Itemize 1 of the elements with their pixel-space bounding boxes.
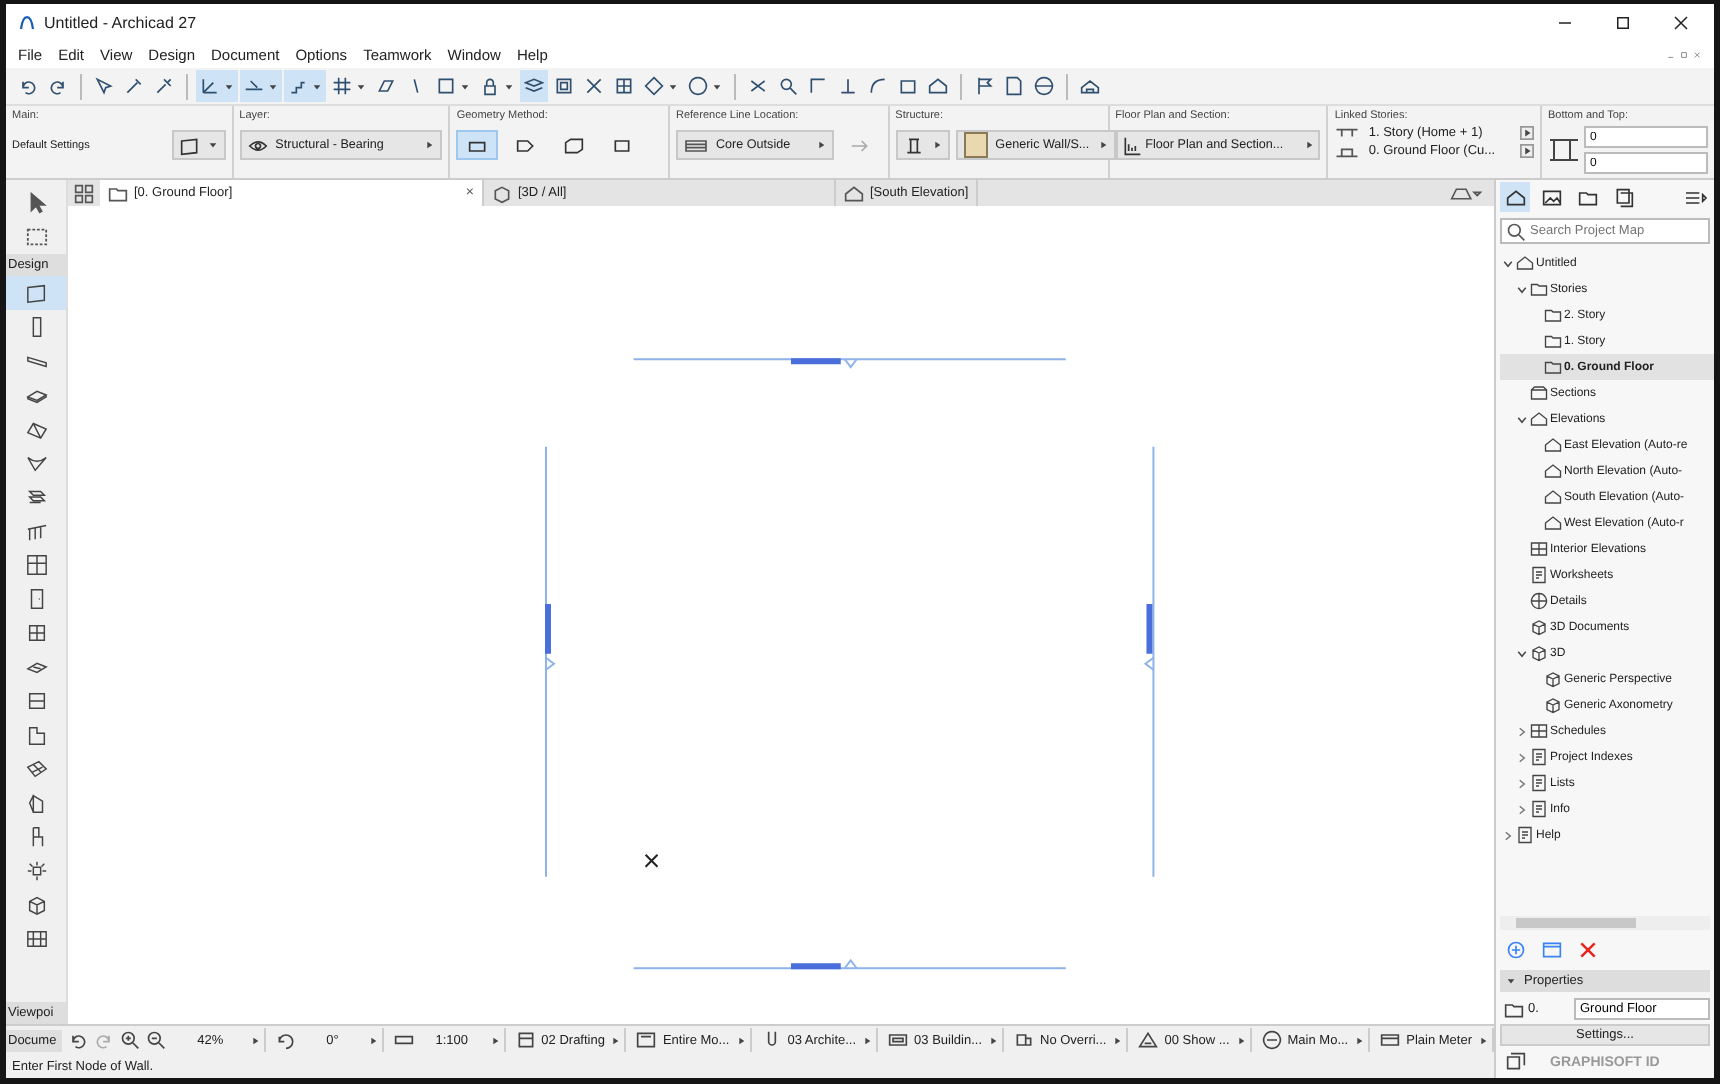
window-title: Untitled - Archicad 27 (44, 13, 197, 31)
